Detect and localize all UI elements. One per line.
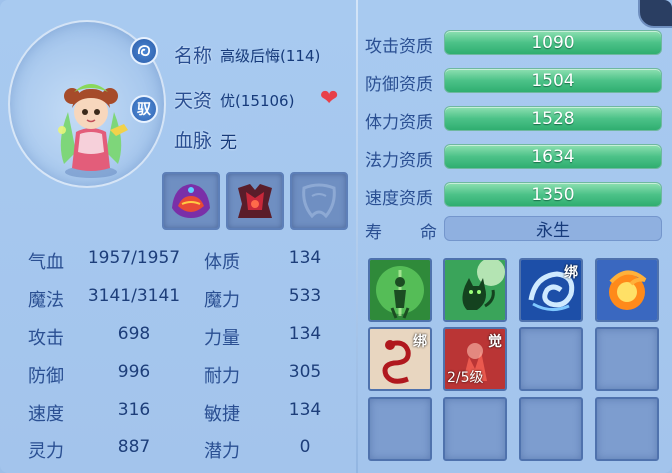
armor-equip-icon (238, 184, 272, 218)
skill-slot[interactable] (443, 258, 507, 322)
aptitude-label: 速度资质 (365, 189, 433, 209)
stat-value: 316 (117, 400, 151, 420)
aptitude-value: 1504 (531, 70, 575, 91)
aptitude-bar: 1528 (444, 106, 662, 131)
talent-label: 天资 (174, 90, 213, 112)
stat-label: 防御 (28, 366, 64, 387)
panel-divider (356, 0, 358, 473)
aptitude-label: 防御资质 (365, 75, 433, 95)
helmet-equip-icon (172, 184, 210, 218)
ride-icon[interactable]: 驭 (130, 95, 158, 123)
stat-value: 3141/3141 (87, 286, 181, 306)
stat-label-secondary: 敏捷 (204, 404, 240, 425)
stat-value: 887 (117, 437, 151, 457)
empty-skill-slot[interactable] (519, 327, 583, 391)
aptitude-value: 1528 (531, 108, 575, 129)
fire-swirl-skill-icon (597, 260, 657, 320)
aptitude-bar: 1504 (444, 68, 662, 93)
skill-slot[interactable]: 绑 (519, 258, 583, 322)
water-swirl-skill-icon (521, 260, 581, 320)
stat-value-secondary: 134 (288, 324, 322, 344)
skill-badge: 觉 (488, 334, 502, 350)
stat-label: 魔法 (28, 290, 64, 311)
life-value: 永生 (444, 216, 662, 241)
stat-label-secondary: 魔力 (204, 290, 240, 311)
aptitude-value: 1350 (531, 184, 575, 205)
bloodline-value: 无 (220, 133, 237, 153)
skill-slot[interactable]: 绑 (368, 327, 432, 391)
skill-badge: 绑 (413, 334, 427, 350)
stat-value: 996 (117, 362, 151, 382)
pet-character-image (58, 84, 128, 178)
stat-label-secondary: 耐力 (204, 366, 240, 387)
empty-skill-slot[interactable] (595, 397, 659, 461)
skill-slot[interactable]: 觉 2/5级 (443, 327, 507, 391)
red-serpent-skill-icon (370, 329, 430, 389)
pet-attributes-panel: 驭 名称 高级后悔(114) 天资 优(15106) ❤ 血脉 无 气血 1957… (0, 0, 672, 473)
stat-label-secondary: 力量 (204, 328, 240, 349)
stat-value: 1957/1957 (87, 248, 181, 268)
stat-value-secondary: 134 (288, 248, 322, 268)
aptitude-bar: 1634 (444, 144, 662, 169)
stat-label: 攻击 (28, 328, 64, 349)
close-corner[interactable] (638, 0, 672, 28)
aptitude-value: 1090 (531, 32, 575, 53)
heart-icon[interactable]: ❤ (320, 88, 338, 110)
equip-slot-1[interactable] (162, 172, 220, 230)
aptitude-bar: 1350 (444, 182, 662, 207)
stat-value-secondary: 533 (288, 286, 322, 306)
stat-label: 灵力 (28, 441, 64, 462)
name-value: 高级后悔(114) (220, 47, 321, 65)
aptitude-label: 法力资质 (365, 151, 433, 171)
stat-value-secondary: 305 (288, 362, 322, 382)
aptitude-bar: 1090 (444, 30, 662, 55)
skill-badge: 绑 (564, 265, 578, 281)
skill-slot[interactable] (368, 258, 432, 322)
life-label-b: 命 (420, 223, 437, 243)
empty-skill-slot[interactable] (368, 397, 432, 461)
name-label: 名称 (174, 45, 213, 67)
skill-slot[interactable] (595, 258, 659, 322)
talent-value: 优(15106) (220, 92, 295, 110)
stat-label: 气血 (28, 252, 64, 273)
dragon-icon[interactable] (130, 37, 158, 65)
empty-skill-slot[interactable] (595, 327, 659, 391)
green-figure-skill-icon (370, 260, 430, 320)
equip-slot-2[interactable] (226, 172, 284, 230)
bloodline-label: 血脉 (174, 130, 213, 152)
aptitude-label: 体力资质 (365, 113, 433, 133)
skill-level: 2/5级 (447, 370, 484, 386)
aptitude-value: 1634 (531, 146, 575, 167)
stat-value: 698 (117, 324, 151, 344)
stat-label: 速度 (28, 404, 64, 425)
stat-label-secondary: 体质 (204, 252, 240, 273)
equip-slot-3[interactable] (290, 172, 348, 230)
empty-skill-slot[interactable] (519, 397, 583, 461)
empty-necklace-slot-icon (302, 183, 336, 219)
stat-value-secondary: 0 (299, 437, 311, 457)
stat-value-secondary: 134 (288, 400, 322, 420)
empty-skill-slot[interactable] (443, 397, 507, 461)
life-label-a: 寿 (365, 223, 382, 243)
green-cat-skill-icon (445, 260, 505, 320)
stat-label-secondary: 潜力 (204, 441, 240, 462)
aptitude-label: 攻击资质 (365, 37, 433, 57)
